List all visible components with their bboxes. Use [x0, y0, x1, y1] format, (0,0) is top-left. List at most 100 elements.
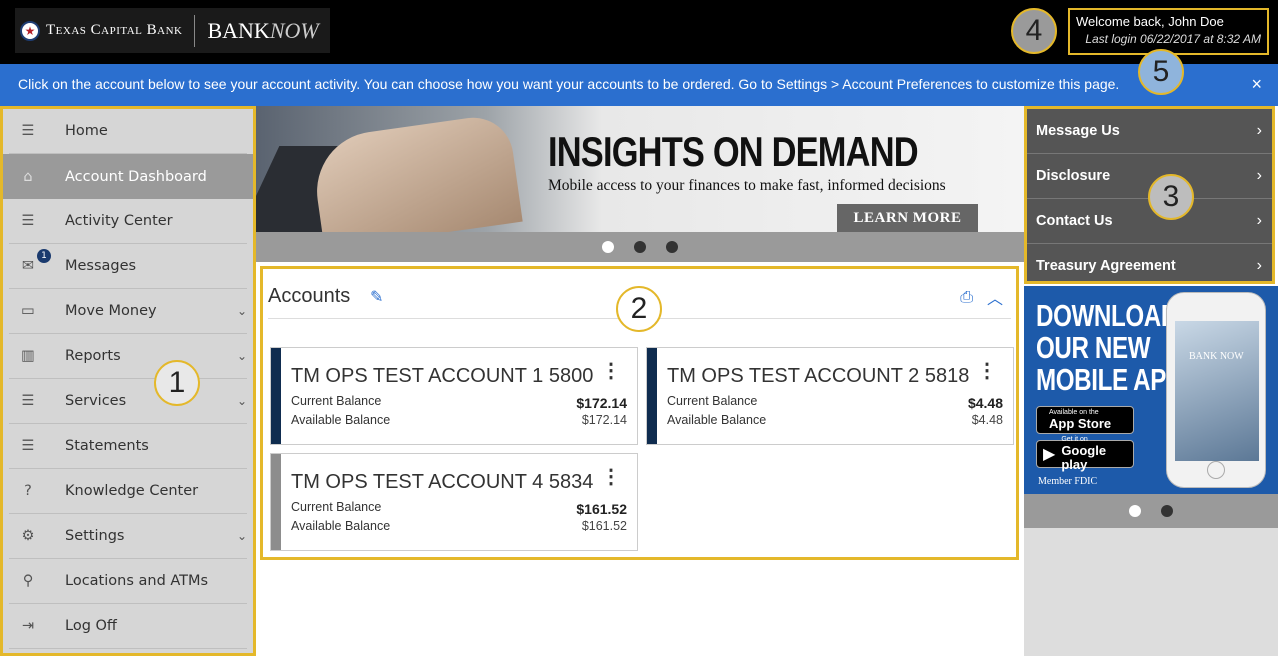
ad-headline: DOWNLOAD OUR NEW MOBILE APP: [1036, 298, 1182, 397]
sidebar-item-label: Account Dashboard: [65, 168, 207, 185]
sidebar-item-label: Knowledge Center: [65, 483, 199, 499]
available-balance-value: $4.48: [971, 413, 1003, 427]
sidebar-item-label: Locations and ATMs: [65, 573, 209, 589]
more-options-icon[interactable]: ⋮: [601, 358, 621, 383]
hand-image: [309, 112, 523, 232]
more-options-icon[interactable]: ⋮: [977, 358, 997, 383]
sidebar-item-log-off[interactable]: ⇥ Log Off: [9, 604, 247, 649]
info-bar: Click on the account below to see your a…: [0, 64, 1278, 106]
learn-more-button[interactable]: LEARN MORE: [837, 204, 978, 232]
sidebar-item-label: Home: [65, 123, 108, 139]
link-label: Message Us: [1036, 123, 1120, 139]
current-balance-value: $4.48: [967, 395, 1003, 411]
top-bar: ★ Texas Capital Bank BANKNOW Welcome bac…: [0, 0, 1278, 64]
available-balance-value: $161.52: [581, 519, 627, 533]
welcome-box: Welcome back, John Doe Last login 06/22/…: [1068, 8, 1269, 55]
google-play-badge[interactable]: ▶ Get it on Google play: [1036, 436, 1134, 472]
callout-3: 3: [1148, 174, 1194, 220]
logo-divider: [194, 14, 196, 47]
sidebar-item-settings[interactable]: ⚙ Settings ⌄: [9, 514, 247, 559]
sidebar-item-label: Reports: [65, 348, 121, 364]
link-label: Contact Us: [1036, 213, 1113, 229]
sidebar-item-label: Statements: [65, 438, 149, 454]
ad-carousel-dots: [1024, 494, 1278, 528]
chevron-down-icon[interactable]: ⌄: [237, 304, 247, 318]
chevron-right-icon: ›: [1256, 212, 1262, 229]
available-balance-value: $172.14: [581, 413, 627, 427]
edit-icon[interactable]: ✎: [370, 287, 383, 306]
chevron-right-icon: ›: [1256, 122, 1262, 139]
sidebar-item-reports[interactable]: ▥ Reports ⌄: [9, 334, 247, 379]
carousel-dot[interactable]: [634, 241, 646, 253]
unread-badge: 1: [37, 249, 51, 263]
carousel-dot[interactable]: [666, 241, 678, 253]
map-pin-icon: ⚲: [22, 573, 34, 589]
callout-1: 1: [154, 360, 200, 406]
close-icon[interactable]: ×: [1251, 74, 1262, 95]
sidebar-item-label: Services: [65, 393, 127, 409]
accounts-title: Accounts: [268, 285, 351, 307]
menu-icon: ☰: [21, 393, 35, 409]
more-options-icon[interactable]: ⋮: [601, 464, 621, 489]
sidebar-item-locations-and-atms[interactable]: ⚲ Locations and ATMs: [9, 559, 247, 604]
available-balance-label: Available Balance: [667, 413, 767, 427]
app-store-badge[interactable]: Available on the App Store: [1036, 406, 1134, 434]
chevron-down-icon[interactable]: ⌄: [237, 394, 247, 408]
account-card[interactable]: TM OPS TEST ACCOUNT 2 5818 ⋮ Current Balan…: [646, 347, 1014, 445]
carousel-dot[interactable]: [1161, 505, 1173, 517]
right-column-background: [1024, 528, 1278, 656]
star-icon: ★: [20, 20, 40, 41]
account-name: TM OPS TEST ACCOUNT 1 5800: [291, 365, 594, 387]
current-balance-label: Current Balance: [291, 500, 382, 514]
sidebar-item-label: Log Off: [65, 618, 117, 634]
collapse-icon[interactable]: ︿: [987, 285, 1003, 309]
callout-2: 2: [616, 286, 662, 332]
phone-image: BANK NOW: [1166, 292, 1266, 488]
sidebar-item-statements[interactable]: ☰ Statements: [9, 424, 247, 469]
promo-banner[interactable]: INSIGHTS ON DEMAND Mobile access to your…: [256, 106, 1024, 232]
menu-icon: ☰: [21, 213, 35, 229]
sidebar-item-services[interactable]: ☰ Services ⌄: [9, 379, 247, 424]
available-balance-label: Available Balance: [291, 413, 391, 427]
sidebar-item-move-money[interactable]: ▭ Move Money ⌄: [9, 289, 247, 334]
print-icon[interactable]: ⎙: [960, 287, 973, 307]
help-icon: ?: [24, 483, 32, 499]
sidebar-item-account-dashboard[interactable]: ⌂ Account Dashboard: [3, 154, 253, 199]
sidebar-nav: ☰ Home ⌂ Account Dashboard ☰ Activity Center ✉…: [0, 106, 256, 656]
available-balance-label: Available Balance: [291, 519, 391, 533]
carousel-dot[interactable]: [1129, 505, 1141, 517]
bar-chart-icon: ▥: [21, 348, 35, 364]
last-login-text: Last login 06/22/2017 at 8:32 AM: [1085, 32, 1261, 46]
banner-carousel-dots: [256, 232, 1024, 262]
account-card[interactable]: TM OPS TEST ACCOUNT 1 5800 ⋮ Current Balan…: [270, 347, 638, 445]
menu-icon: ☰: [21, 123, 35, 139]
sidebar-item-home[interactable]: ☰ Home: [9, 109, 247, 154]
account-name: TM OPS TEST ACCOUNT 2 5818: [667, 365, 970, 387]
account-stripe: [271, 454, 281, 550]
banner-headline: INSIGHTS ON DEMAND: [548, 128, 919, 175]
mobile-app-ad[interactable]: DOWNLOAD OUR NEW MOBILE APP Available on…: [1024, 286, 1278, 494]
card-icon: ▭: [21, 303, 35, 319]
link-message-us[interactable]: Message Us ›: [1027, 109, 1272, 154]
chevron-down-icon[interactable]: ⌄: [237, 349, 247, 363]
link-treasury-agreement[interactable]: Treasury Agreement ›: [1027, 244, 1272, 289]
sidebar-item-knowledge-center[interactable]: ? Knowledge Center: [9, 469, 247, 514]
sidebar-item-messages[interactable]: ✉ 1 Messages: [9, 244, 247, 289]
bank-logo[interactable]: ★ Texas Capital Bank BANKNOW: [15, 8, 330, 53]
bank-name: Texas Capital Bank: [46, 22, 183, 38]
welcome-text: Welcome back, John Doe: [1076, 14, 1224, 29]
carousel-dot[interactable]: [602, 241, 614, 253]
callout-5: 5: [1138, 49, 1184, 95]
chevron-down-icon[interactable]: ⌄: [237, 529, 247, 543]
chevron-right-icon: ›: [1256, 257, 1262, 274]
play-icon: ▶: [1043, 446, 1056, 463]
link-label: Treasury Agreement: [1036, 258, 1176, 274]
sidebar-item-label: Activity Center: [65, 213, 173, 229]
sidebar-item-activity-center[interactable]: ☰ Activity Center: [9, 199, 247, 244]
account-card[interactable]: TM OPS TEST ACCOUNT 4 5834 ⋮ Current Balan…: [270, 453, 638, 551]
gear-icon: ⚙: [21, 528, 35, 544]
current-balance-label: Current Balance: [291, 394, 382, 408]
sidebar-item-label: Settings: [65, 528, 125, 544]
sidebar-item-label: Move Money: [65, 303, 157, 319]
current-balance-value: $172.14: [576, 395, 627, 411]
